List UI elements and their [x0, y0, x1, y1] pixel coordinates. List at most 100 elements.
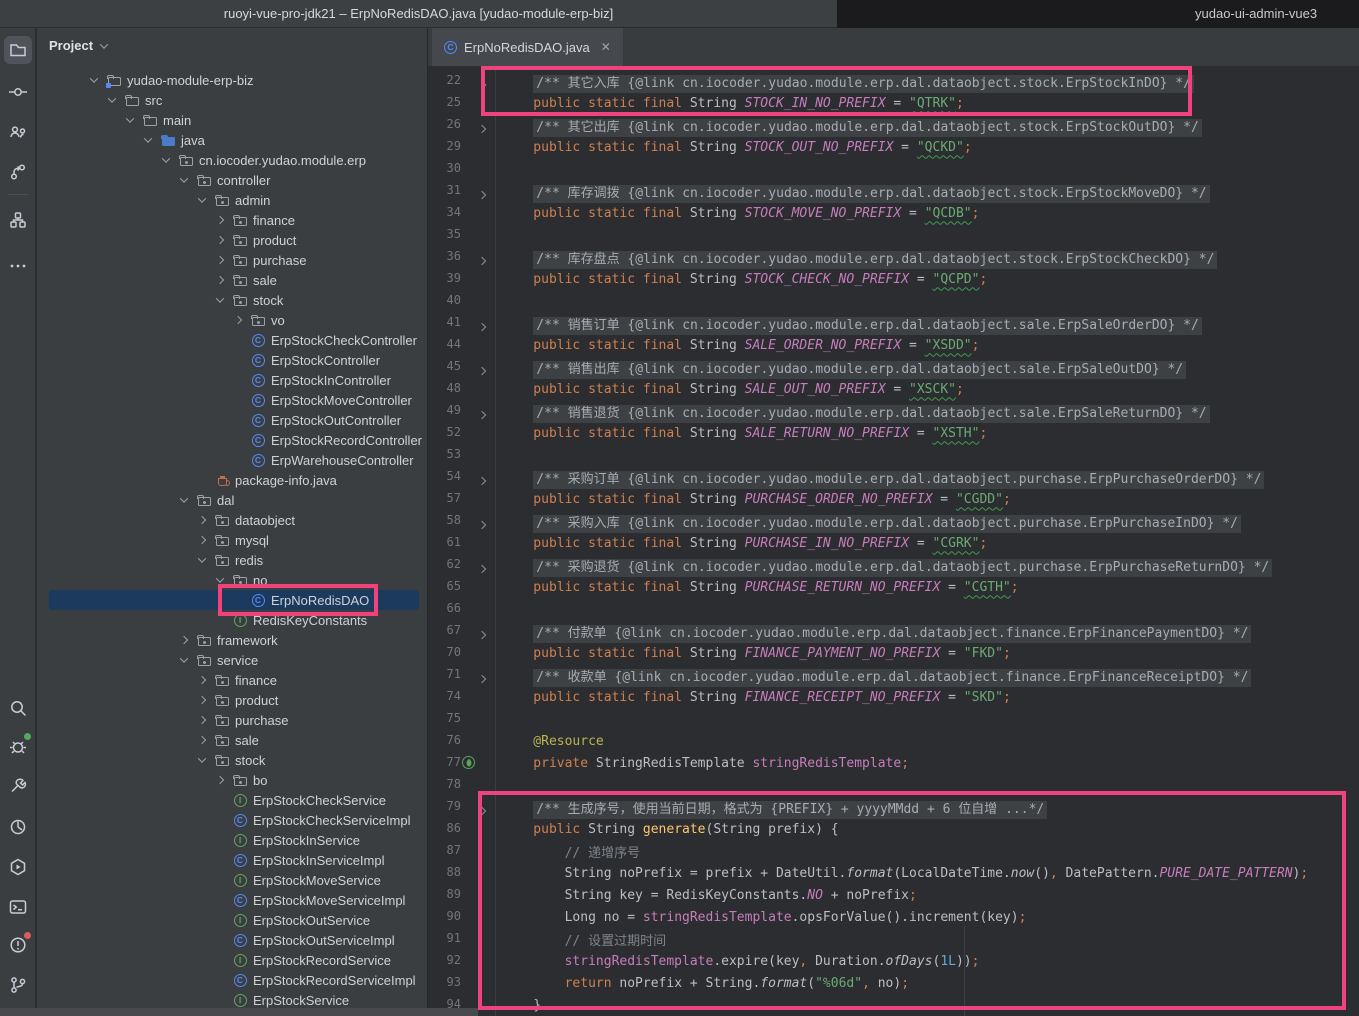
code-line-61[interactable]: 61public static final String PURCHASE_IN… [428, 532, 1359, 554]
tree-item-src[interactable]: src [37, 90, 428, 110]
line-number[interactable]: 58 [447, 513, 461, 527]
gutter-line-77[interactable]: 77 [428, 752, 496, 774]
tree-item-redis[interactable]: redis [37, 550, 428, 570]
window-titlebar[interactable]: ruoyi-vue-pro-jdk21 – ErpNoRedisDAO.java… [0, 0, 837, 28]
fold-arrow-icon[interactable] [479, 319, 485, 334]
tree-item-mysql[interactable]: mysql [37, 530, 428, 550]
folded-comment[interactable]: /** 库存调拨 {@link cn.iocoder.yudao.module.… [533, 185, 1209, 203]
gutter-line-39[interactable]: 39 [428, 268, 496, 290]
line-number[interactable]: 40 [447, 293, 461, 307]
fold-arrow-icon[interactable] [479, 561, 485, 576]
fold-arrow-icon[interactable] [479, 363, 485, 378]
folded-comment[interactable]: /** 付款单 {@link cn.iocoder.yudao.module.e… [533, 625, 1251, 643]
gutter-line-49[interactable]: 49 [428, 400, 496, 422]
tree-item-no[interactable]: no [37, 570, 428, 590]
background-window-titlebar[interactable]: yudao-ui-admin-vue3 [837, 0, 1359, 28]
line-number[interactable]: 93 [447, 975, 461, 989]
code-line-45[interactable]: 45/** 销售出库 {@link cn.iocoder.yudao.modul… [428, 356, 1359, 378]
line-number[interactable]: 89 [447, 887, 461, 901]
tree-item-erpnoredisdao[interactable]: CErpNoRedisDAO [37, 590, 428, 610]
code-line-90[interactable]: 90Long no = stringRedisTemplate.opsForVa… [428, 906, 1359, 928]
line-number[interactable]: 26 [447, 117, 461, 131]
gutter-line-29[interactable]: 29 [428, 136, 496, 158]
gutter-line-22[interactable]: 22 [428, 70, 496, 92]
tree-item-main[interactable]: main [37, 110, 428, 130]
code-line-87[interactable]: 87// 递增序号 [428, 840, 1359, 862]
code-line-39[interactable]: 39public static final String STOCK_CHECK… [428, 268, 1359, 290]
code-line-94[interactable]: 94} [428, 994, 1359, 1016]
code-line-30[interactable]: 30 [428, 158, 1359, 180]
line-number[interactable]: 52 [447, 425, 461, 439]
code-line-35[interactable]: 35 [428, 224, 1359, 246]
code-line-67[interactable]: 67 /** 付款单 {@link cn.iocoder.yudao.module… [428, 620, 1359, 642]
chevron-right-icon[interactable] [195, 513, 209, 527]
chevron-right-icon[interactable] [231, 313, 245, 327]
structure-icon[interactable] [4, 206, 32, 234]
chevron-right-icon[interactable] [213, 253, 227, 267]
profiler-icon[interactable] [4, 813, 32, 841]
gutter-line-41[interactable]: 41 [428, 312, 496, 334]
line-number[interactable]: 86 [447, 821, 461, 835]
line-number[interactable]: 74 [447, 689, 461, 703]
code-line-70[interactable]: 70public static final String FINANCE_PAY… [428, 642, 1359, 664]
code-line-40[interactable]: 40 [428, 290, 1359, 312]
gutter-line-92[interactable]: 92 [428, 950, 496, 972]
tree-item-framework[interactable]: framework [37, 630, 428, 650]
line-number[interactable]: 61 [447, 535, 461, 549]
gutter-line-71[interactable]: 71 [428, 664, 496, 686]
fold-arrow-icon[interactable] [479, 253, 485, 268]
line-number[interactable]: 39 [447, 271, 461, 285]
gutter-line-90[interactable]: 90 [428, 906, 496, 928]
gutter-line-88[interactable]: 88 [428, 862, 496, 884]
code-line-79[interactable]: 79/** 生成序号，使用当前日期，格式为 {PREFIX} + yyyyMMd… [428, 796, 1359, 818]
chevron-right-icon[interactable] [177, 633, 191, 647]
folded-comment[interactable]: /** 采购退货 {@link cn.iocoder.yudao.module.… [533, 559, 1272, 577]
code-line-54[interactable]: 54/** 采购订单 {@link cn.iocoder.yudao.modul… [428, 466, 1359, 488]
folded-comment[interactable]: /** 销售订单 {@link cn.iocoder.yudao.module.… [533, 317, 1201, 335]
gutter-line-74[interactable]: 74 [428, 686, 496, 708]
code-line-71[interactable]: 71 /** 收款单 {@link cn.iocoder.yudao.module… [428, 664, 1359, 686]
code-line-93[interactable]: 93return noPrefix + String.format("%06d"… [428, 972, 1359, 994]
line-number[interactable]: 29 [447, 139, 461, 153]
code-line-34[interactable]: 34public static final String STOCK_MOVE_… [428, 202, 1359, 224]
line-number[interactable]: 92 [447, 953, 461, 967]
line-number[interactable]: 79 [447, 799, 461, 813]
chevron-down-icon[interactable] [177, 173, 191, 187]
debug-icon[interactable] [4, 732, 32, 760]
line-number[interactable]: 76 [447, 733, 461, 747]
code-viewport[interactable]: 22 /** 其它入库 {@link cn.iocoder.yudao.modul… [428, 66, 1359, 1016]
code-line-66[interactable]: 66 [428, 598, 1359, 620]
tree-item-erpstockoutserviceimpl[interactable]: CErpStockOutServiceImpl [37, 930, 428, 950]
gutter-line-70[interactable]: 70 [428, 642, 496, 664]
code-line-26[interactable]: 26/** 其它出库 {@link cn.iocoder.yudao.modul… [428, 114, 1359, 136]
code-line-74[interactable]: 74public static final String FINANCE_REC… [428, 686, 1359, 708]
search-icon[interactable] [4, 694, 32, 722]
line-number[interactable]: 87 [447, 843, 461, 857]
tree-item-java[interactable]: java [37, 130, 428, 150]
line-number[interactable]: 49 [447, 403, 461, 417]
gutter-line-25[interactable]: 25 [428, 92, 496, 114]
gutter-line-57[interactable]: 57 [428, 488, 496, 510]
code-line-44[interactable]: 44public static final String SALE_ORDER_… [428, 334, 1359, 356]
commit-icon[interactable] [4, 78, 32, 106]
terminal-icon[interactable] [4, 893, 32, 921]
line-number[interactable]: 22 [447, 73, 461, 87]
line-number[interactable]: 65 [447, 579, 461, 593]
tree-item-erpstockrecordservice[interactable]: IErpStockRecordService [37, 950, 428, 970]
line-number[interactable]: 54 [447, 469, 461, 483]
line-number[interactable]: 45 [447, 359, 461, 373]
git-icon[interactable] [4, 971, 32, 999]
gutter-line-30[interactable]: 30 [428, 158, 496, 180]
line-number[interactable]: 88 [447, 865, 461, 879]
folded-comment[interactable]: /** 收款单 {@link cn.iocoder.yudao.module.e… [533, 669, 1251, 687]
gutter-line-67[interactable]: 67 [428, 620, 496, 642]
gutter-line-89[interactable]: 89 [428, 884, 496, 906]
fold-arrow-icon[interactable] [479, 407, 485, 422]
line-number[interactable]: 30 [447, 161, 461, 175]
tree-item-erpstockinserviceimpl[interactable]: CErpStockInServiceImpl [37, 850, 428, 870]
services-icon[interactable] [4, 853, 32, 881]
folded-comment[interactable]: /** 其它入库 {@link cn.iocoder.yudao.module.… [533, 75, 1194, 93]
tree-item-yudao-module-erp-biz[interactable]: yudao-module-erp-biz [37, 70, 428, 90]
build-icon[interactable] [4, 772, 32, 800]
line-number[interactable]: 78 [447, 777, 461, 791]
